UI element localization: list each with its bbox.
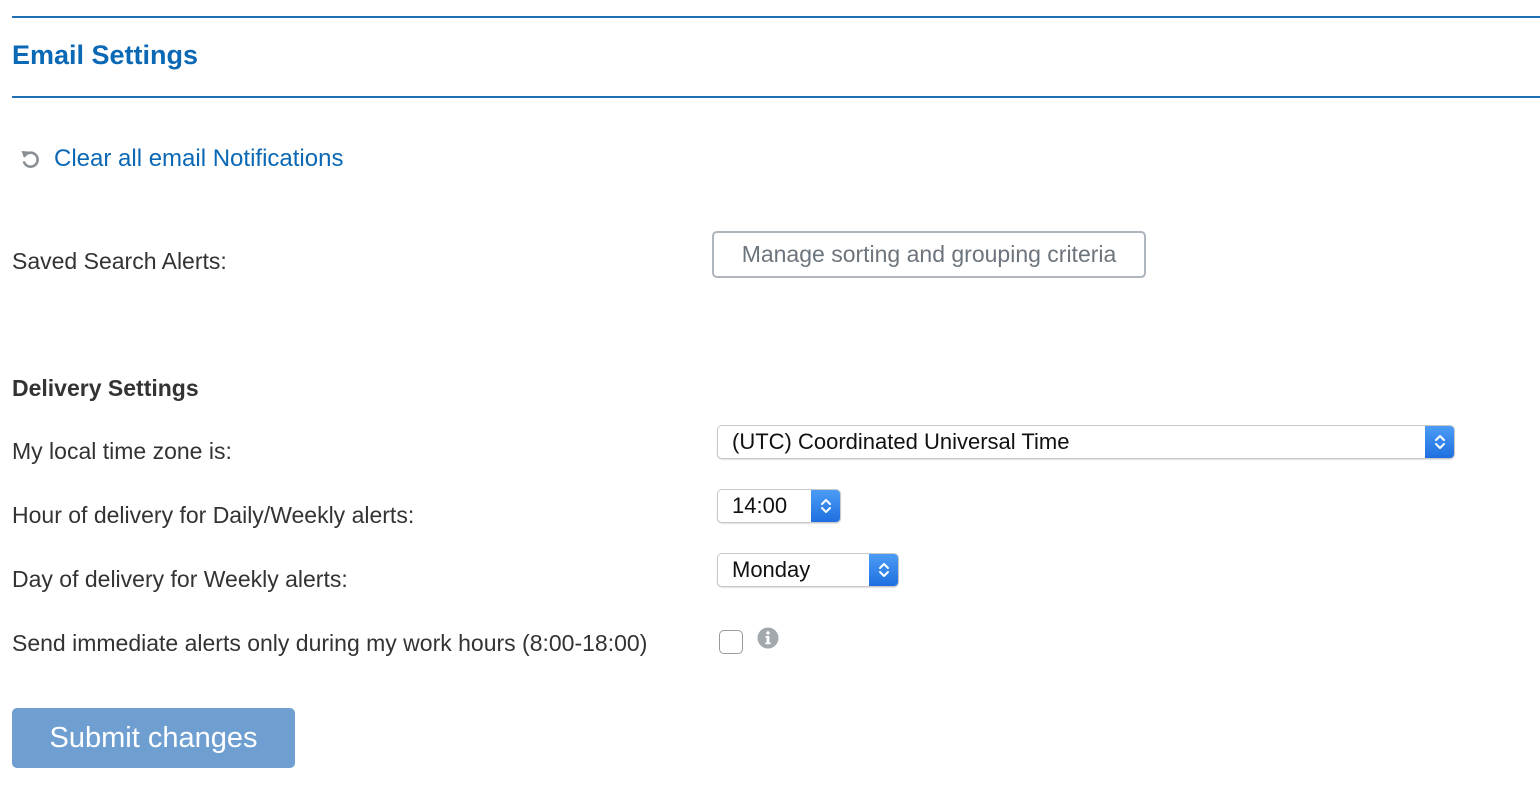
delivery-settings-heading: Delivery Settings — [12, 375, 199, 401]
top-divider — [12, 16, 1540, 18]
hour-label: Hour of delivery for Daily/Weekly alerts… — [12, 502, 415, 528]
day-select[interactable]: Monday — [717, 553, 899, 587]
clear-notifications-link[interactable]: Clear all email Notifications — [20, 145, 343, 173]
info-icon[interactable] — [757, 627, 779, 654]
clear-notifications-label: Clear all email Notifications — [54, 145, 344, 172]
chevron-up-down-icon — [811, 490, 840, 522]
hour-select[interactable]: 14:00 — [717, 489, 841, 523]
refresh-icon — [20, 148, 40, 170]
timezone-value: (UTC) Coordinated Universal Time — [732, 429, 1070, 454]
page-title: Email Settings — [12, 40, 199, 70]
saved-search-alerts-label: Saved Search Alerts: — [12, 248, 227, 274]
day-label: Day of delivery for Weekly alerts: — [12, 566, 348, 592]
chevron-up-down-icon — [869, 554, 898, 586]
day-value: Monday — [732, 557, 811, 582]
work-hours-label: Send immediate alerts only during my wor… — [12, 630, 648, 656]
work-hours-checkbox[interactable] — [719, 630, 743, 654]
timezone-select[interactable]: (UTC) Coordinated Universal Time — [717, 425, 1455, 459]
timezone-label: My local time zone is: — [12, 438, 232, 464]
title-divider — [12, 96, 1540, 98]
hour-value: 14:00 — [732, 493, 788, 518]
submit-changes-button[interactable]: Submit changes — [12, 708, 295, 768]
chevron-up-down-icon — [1425, 426, 1454, 458]
manage-criteria-button[interactable]: Manage sorting and grouping criteria — [712, 231, 1146, 278]
email-settings-page: Email Settings Clear all email Notificat… — [0, 0, 1540, 800]
